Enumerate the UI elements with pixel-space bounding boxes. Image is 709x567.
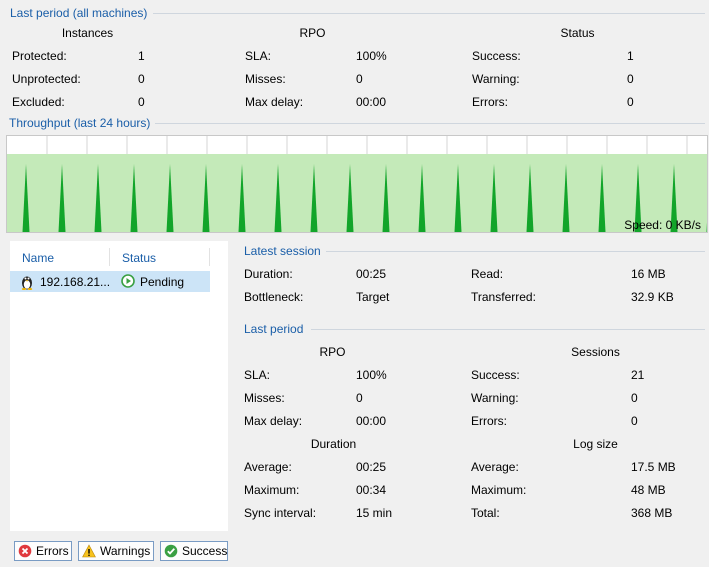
- machine-status: Pending: [140, 275, 185, 289]
- lp-warning-label: Warning:: [471, 391, 519, 405]
- speed-label: Speed: 0 KB/s: [624, 218, 701, 232]
- excluded-label: Excluded:: [12, 95, 65, 109]
- summary-title: Last period (all machines): [10, 6, 148, 20]
- latest-session-divider: [326, 251, 705, 252]
- read-label: Read:: [471, 267, 504, 281]
- duration-label: Duration:: [244, 267, 293, 281]
- lp-errors-value: 0: [631, 414, 638, 428]
- list-item[interactable]: 192.168.21... Pending: [10, 271, 210, 292]
- column-separator: [109, 248, 110, 266]
- success-label: Success:: [472, 49, 521, 63]
- last-period-title: Last period: [244, 322, 304, 336]
- summary-divider: [153, 13, 705, 14]
- warnings-filter-button[interactable]: Warnings: [78, 541, 154, 561]
- lp-total-log-label: Total:: [471, 506, 500, 520]
- lp-avg-log-label: Average:: [471, 460, 519, 474]
- transferred-label: Transferred:: [471, 290, 536, 304]
- protected-value: 1: [138, 49, 145, 63]
- errors-filter-button[interactable]: Errors: [14, 541, 72, 561]
- lp-warning-value: 0: [631, 391, 638, 405]
- lp-success-label: Success:: [471, 368, 520, 382]
- errors-label: Errors:: [472, 95, 508, 109]
- success-value: 1: [627, 49, 634, 63]
- lp-max-duration-label: Maximum:: [244, 483, 300, 497]
- lp-avg-log-value: 17.5 MB: [631, 460, 676, 474]
- instances-header: Instances: [61, 26, 114, 40]
- success-icon: [164, 544, 178, 558]
- unprotected-value: 0: [138, 72, 145, 86]
- success-filter-button[interactable]: Success: [160, 541, 228, 561]
- throughput-chart-svg: [7, 136, 709, 232]
- misses-label: Misses:: [245, 72, 286, 86]
- column-header-status[interactable]: Status: [122, 251, 156, 265]
- lp-misses-value: 0: [356, 391, 363, 405]
- transferred-value: 32.9 KB: [631, 290, 674, 304]
- last-period-divider: [311, 329, 705, 330]
- lp-duration-header: Duration: [310, 437, 357, 451]
- lp-log-size-header: Log size: [573, 437, 618, 451]
- lp-rpo-header: RPO: [319, 345, 346, 359]
- machine-name: 192.168.21...: [40, 275, 111, 289]
- duration-value: 00:25: [356, 267, 387, 281]
- lp-max-duration-value: 00:34: [356, 483, 387, 497]
- lp-max-delay-label: Max delay:: [244, 414, 303, 428]
- latest-session-title: Latest session: [244, 244, 321, 258]
- lp-errors-label: Errors:: [471, 414, 507, 428]
- lp-sync-interval-label: Sync interval:: [244, 506, 317, 520]
- warning-icon: [82, 544, 96, 558]
- column-header-name[interactable]: Name: [22, 251, 54, 265]
- lp-total-log-value: 368 MB: [631, 506, 673, 520]
- lp-avg-duration-label: Average:: [244, 460, 292, 474]
- bottleneck-label: Bottleneck:: [244, 290, 304, 304]
- pending-icon: [121, 274, 135, 291]
- lp-max-delay-value: 00:00: [356, 414, 387, 428]
- column-separator: [209, 248, 210, 266]
- lp-sla-label: SLA:: [244, 368, 271, 382]
- status-header: Status: [560, 26, 595, 40]
- rpo-header: RPO: [299, 26, 326, 40]
- sla-value: 100%: [356, 49, 387, 63]
- lp-avg-duration-value: 00:25: [356, 460, 387, 474]
- read-value: 16 MB: [631, 267, 666, 281]
- lp-misses-label: Misses:: [244, 391, 285, 405]
- lp-sessions-header: Sessions: [571, 345, 620, 359]
- warning-value: 0: [627, 72, 634, 86]
- lp-success-value: 21: [631, 368, 645, 382]
- errors-filter-label: Errors: [36, 544, 69, 558]
- lp-max-log-value: 48 MB: [631, 483, 666, 497]
- machines-list[interactable]: Name Status 192.168.21... Pending: [10, 241, 228, 531]
- bottleneck-value: Target: [356, 290, 390, 304]
- throughput-chart: Speed: 0 KB/s: [6, 135, 709, 233]
- lp-max-log-label: Maximum:: [471, 483, 527, 497]
- misses-value: 0: [356, 72, 363, 86]
- lp-sla-value: 100%: [356, 368, 387, 382]
- throughput-title: Throughput (last 24 hours): [9, 116, 151, 130]
- sla-label: SLA:: [245, 49, 272, 63]
- unprotected-label: Unprotected:: [12, 72, 81, 86]
- linux-penguin-icon: [20, 274, 34, 293]
- max-delay-label: Max delay:: [245, 95, 304, 109]
- excluded-value: 0: [138, 95, 145, 109]
- error-icon: [18, 544, 32, 558]
- warning-label: Warning:: [472, 72, 520, 86]
- throughput-divider: [155, 123, 705, 124]
- success-filter-label: Success: [182, 544, 228, 558]
- max-delay-value: 00:00: [356, 95, 387, 109]
- errors-value: 0: [627, 95, 634, 109]
- warnings-filter-label: Warnings: [100, 544, 151, 558]
- protected-label: Protected:: [12, 49, 67, 63]
- lp-sync-interval-value: 15 min: [356, 506, 393, 520]
